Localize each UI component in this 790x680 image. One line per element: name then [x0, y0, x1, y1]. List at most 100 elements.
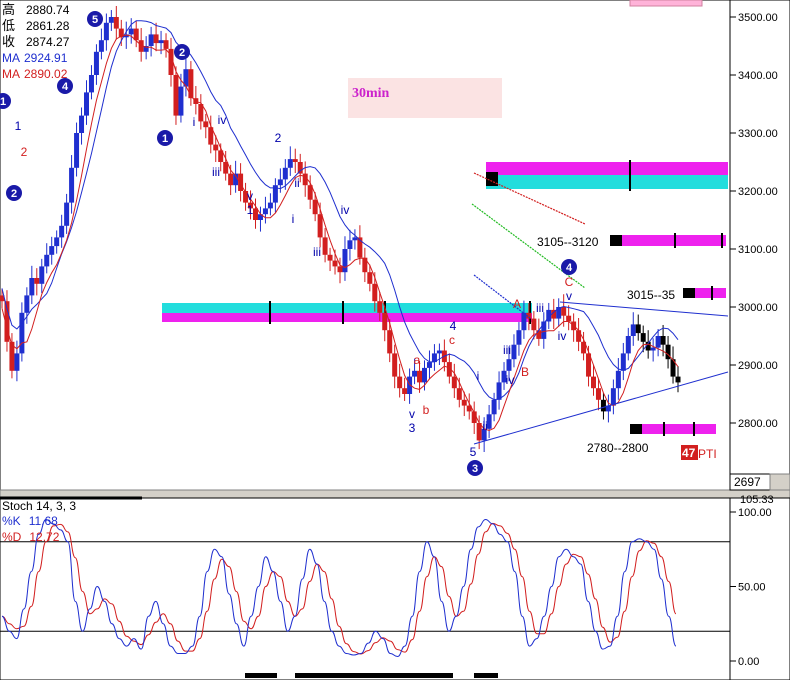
zone-block — [610, 235, 622, 246]
candle-body — [158, 40, 164, 44]
wave-label: iii — [313, 245, 321, 259]
candle-body — [173, 75, 179, 116]
wave-label: iv — [218, 113, 227, 127]
wave-label: iii — [536, 301, 544, 315]
wave-label: 2 — [275, 131, 282, 145]
candle-body — [253, 208, 258, 220]
osc-tick-label: 100.00 — [738, 507, 772, 519]
price-tick-label: 3100.00 — [738, 244, 778, 256]
wave-label: ii — [482, 419, 487, 433]
wave-circle-number: 1 — [162, 133, 168, 145]
readout-close-value: 2874.27 — [26, 35, 70, 49]
zone-label-3105-3120: 3105--3120 — [537, 235, 599, 249]
candle-body — [88, 75, 94, 93]
candle-body — [426, 362, 432, 368]
candle-body — [566, 315, 572, 322]
wave-circle-number: 2 — [179, 47, 185, 59]
candle-body — [600, 399, 606, 412]
oscillator-panel[interactable] — [0, 497, 731, 680]
candle-body — [292, 159, 298, 162]
wave-label: v — [409, 407, 415, 421]
wave-label: a — [414, 353, 421, 367]
wave-label: 1 — [247, 203, 254, 217]
candle-body — [282, 167, 288, 180]
candle-body — [491, 399, 497, 415]
candle-body — [436, 350, 442, 354]
wave-label: ii — [294, 176, 299, 190]
wave-label: i — [193, 115, 196, 129]
readout-ma2: MA 2890.02 — [2, 67, 68, 81]
candle-body — [576, 330, 582, 342]
candle-body — [59, 225, 65, 238]
candle-body — [367, 272, 373, 284]
wave-label: c — [449, 333, 455, 347]
wave-circle-number: 2 — [11, 188, 17, 200]
k-value: 11.68 — [29, 514, 58, 528]
price-tick-label: 2900.00 — [738, 360, 778, 372]
candle-body — [516, 330, 522, 345]
wave-label: v — [247, 189, 253, 203]
k-name: %K — [2, 514, 21, 528]
current-value: 2697 — [734, 475, 761, 489]
candle-body — [506, 359, 512, 371]
candle-body — [327, 254, 333, 261]
wave-circle-number: 1 — [0, 96, 6, 108]
resize-grip[interactable] — [769, 473, 790, 491]
wave-label: 2 — [21, 145, 28, 159]
wave-label: iii — [212, 165, 220, 179]
zone-label-3015-35: 3015--35 — [627, 288, 675, 302]
candle-body — [655, 336, 661, 348]
candle-body — [178, 86, 184, 116]
candle-body — [312, 199, 318, 215]
candle-body — [213, 144, 219, 151]
price-tick-label: 3200.00 — [738, 186, 778, 198]
price-tick-label: 3300.00 — [738, 128, 778, 140]
wave-circle-number: 4 — [62, 81, 69, 93]
candle-body — [54, 237, 60, 247]
wave-label: iv — [558, 329, 567, 343]
candle-body — [203, 121, 209, 128]
wave-label: C — [565, 275, 574, 289]
pti-badge-text: PTI — [698, 447, 717, 461]
wave-label: v — [566, 289, 572, 303]
candle-body — [163, 40, 169, 49]
wave-label: 4 — [450, 319, 457, 333]
readout-high-label: 高 — [2, 2, 15, 17]
candle-body — [29, 278, 35, 296]
scroll-seg-2[interactable] — [295, 673, 453, 678]
zone-block — [683, 288, 695, 298]
candle-body — [625, 336, 631, 354]
price-tick-label: 2800.00 — [738, 418, 778, 430]
scroll-seg-3[interactable] — [474, 673, 498, 678]
candle-body — [456, 388, 462, 400]
readout-low-label: 低 — [2, 18, 15, 33]
candle-body — [531, 318, 537, 331]
candle-body — [322, 237, 328, 255]
candle-body — [650, 347, 656, 351]
zone-magenta — [610, 240, 726, 246]
wave-label: B — [521, 365, 529, 379]
zone-block — [630, 424, 642, 434]
candle-body — [461, 399, 467, 406]
wave-label: i — [292, 212, 295, 226]
wave-label: 3 — [409, 421, 416, 435]
scroll-seg-1[interactable] — [245, 673, 277, 678]
wave-label: iv — [341, 203, 350, 217]
wave-label: A — [513, 297, 521, 311]
top-scroll-handle[interactable] — [629, 0, 703, 7]
candle-body — [402, 388, 408, 394]
zone-label-2780-2800: 2780--2800 — [587, 441, 649, 455]
candle-body — [64, 202, 70, 226]
candle-body — [108, 17, 114, 23]
candle-body — [352, 237, 358, 241]
candle-body — [188, 69, 194, 99]
ma1-value: 2924.91 — [24, 51, 68, 65]
candle-body — [44, 254, 50, 267]
candle-body — [591, 376, 596, 389]
d-value: 12.72 — [29, 530, 59, 544]
d-readout: %D 12.72 — [2, 530, 60, 544]
wave-label: i — [477, 369, 480, 383]
candle-body — [93, 51, 99, 75]
candle-body — [511, 344, 517, 360]
wave-circle-number: 4 — [566, 262, 573, 274]
